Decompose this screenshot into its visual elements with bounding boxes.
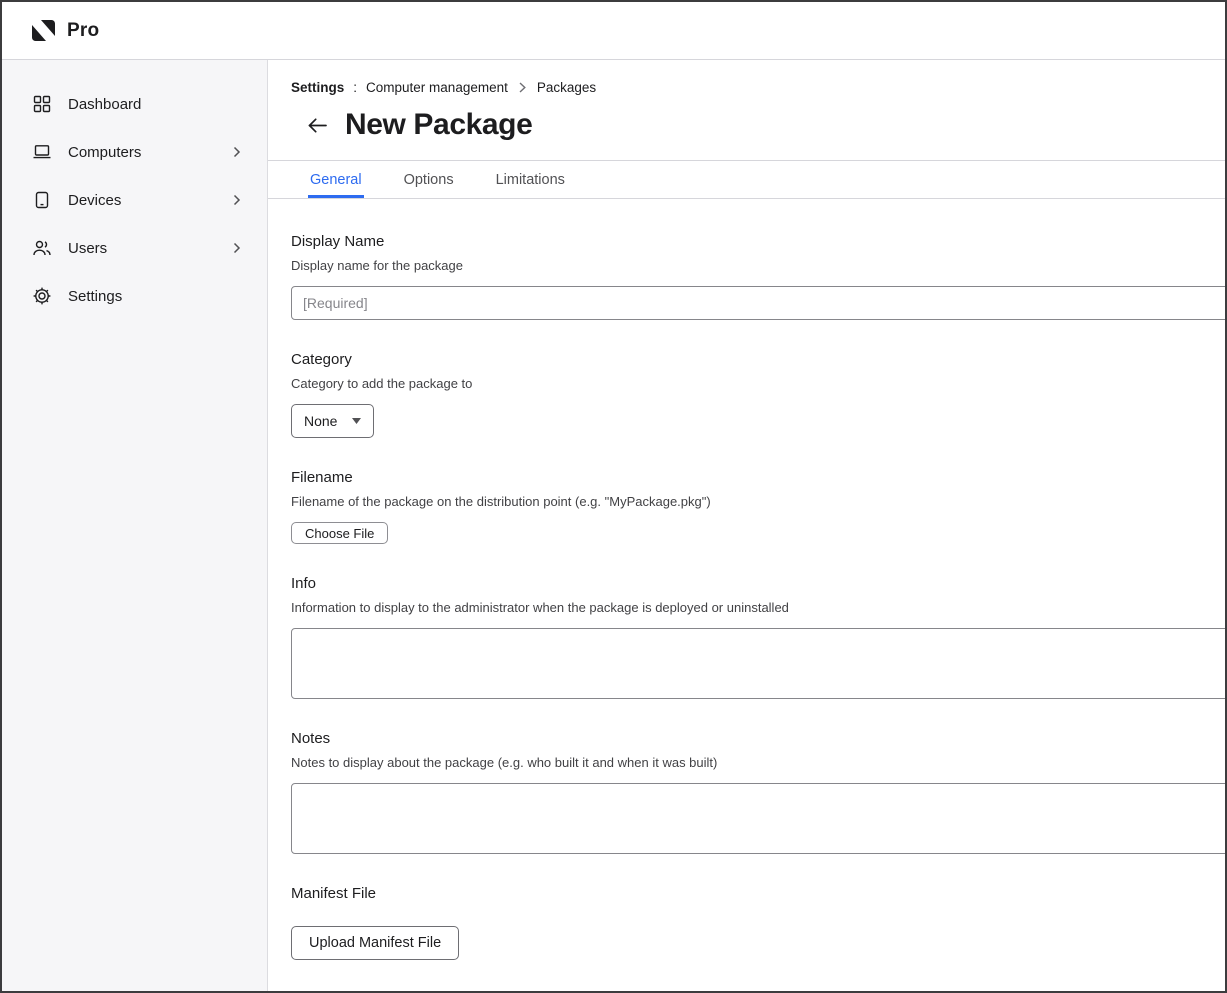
display-name-label: Display Name (291, 233, 1225, 250)
field-category: Category Category to add the package to … (291, 351, 1225, 438)
breadcrumb-packages[interactable]: Packages (537, 80, 596, 95)
tab-limitations[interactable]: Limitations (494, 161, 567, 198)
page-header: Settings : Computer management Packages (268, 60, 1225, 160)
breadcrumb-colon: : (353, 80, 357, 95)
category-label: Category (291, 351, 1225, 368)
filename-label: Filename (291, 469, 1225, 486)
field-info: Info Information to display to the admin… (291, 575, 1225, 699)
app-window: Pro Dashboard (0, 0, 1227, 993)
tab-options[interactable]: Options (402, 161, 456, 198)
tab-general[interactable]: General (308, 161, 364, 198)
breadcrumb-settings[interactable]: Settings (291, 80, 344, 95)
sidebar-item-label: Computers (68, 144, 141, 161)
brand-name: Pro (67, 20, 99, 42)
sidebar-item-dashboard[interactable]: Dashboard (2, 80, 267, 128)
sidebar-item-label: Devices (68, 192, 121, 209)
display-name-input[interactable] (291, 286, 1227, 320)
sidebar: Dashboard Computers (2, 60, 268, 991)
brand-logo-icon (30, 18, 57, 43)
info-textarea[interactable] (291, 628, 1227, 699)
field-filename: Filename Filename of the package on the … (291, 469, 1225, 544)
sidebar-item-label: Users (68, 240, 107, 257)
info-help: Information to display to the administra… (291, 600, 1225, 615)
sidebar-item-label: Dashboard (68, 96, 141, 113)
sidebar-item-settings[interactable]: Settings (2, 272, 267, 320)
notes-help: Notes to display about the package (e.g.… (291, 755, 1225, 770)
info-label: Info (291, 575, 1225, 592)
sidebar-item-users[interactable]: Users (2, 224, 267, 272)
users-icon (32, 238, 52, 258)
category-select[interactable]: None (291, 404, 374, 438)
field-display-name: Display Name Display name for the packag… (291, 233, 1225, 320)
back-button[interactable] (303, 113, 332, 138)
manifest-label: Manifest File (291, 885, 1225, 902)
notes-textarea[interactable] (291, 783, 1227, 854)
display-name-help: Display name for the package (291, 258, 1225, 273)
package-form: Display Name Display name for the packag… (268, 199, 1225, 991)
chevron-down-icon (352, 418, 361, 424)
notes-label: Notes (291, 730, 1225, 747)
choose-file-button[interactable]: Choose File (291, 522, 388, 544)
category-help: Category to add the package to (291, 376, 1225, 391)
back-arrow-icon (307, 117, 328, 134)
tab-bar: General Options Limitations (268, 161, 1225, 199)
top-bar: Pro (2, 2, 1225, 60)
sidebar-item-devices[interactable]: Devices (2, 176, 267, 224)
filename-help: Filename of the package on the distribut… (291, 494, 1225, 509)
settings-icon (32, 286, 52, 306)
field-notes: Notes Notes to display about the package… (291, 730, 1225, 854)
field-manifest: Manifest File Upload Manifest File (291, 885, 1225, 960)
category-select-value: None (304, 413, 337, 429)
main-content: Settings : Computer management Packages (268, 60, 1225, 991)
chevron-right-icon (519, 82, 526, 93)
sidebar-item-computers[interactable]: Computers (2, 128, 267, 176)
page-title: New Package (345, 108, 532, 142)
devices-icon (32, 190, 52, 210)
breadcrumb-computer-management[interactable]: Computer management (366, 80, 508, 95)
chevron-right-icon (233, 242, 241, 254)
computers-icon (32, 142, 52, 162)
upload-manifest-button[interactable]: Upload Manifest File (291, 926, 459, 960)
breadcrumb: Settings : Computer management Packages (291, 80, 1225, 95)
sidebar-item-label: Settings (68, 288, 122, 305)
chevron-right-icon (233, 194, 241, 206)
chevron-right-icon (233, 146, 241, 158)
dashboard-icon (32, 94, 52, 114)
